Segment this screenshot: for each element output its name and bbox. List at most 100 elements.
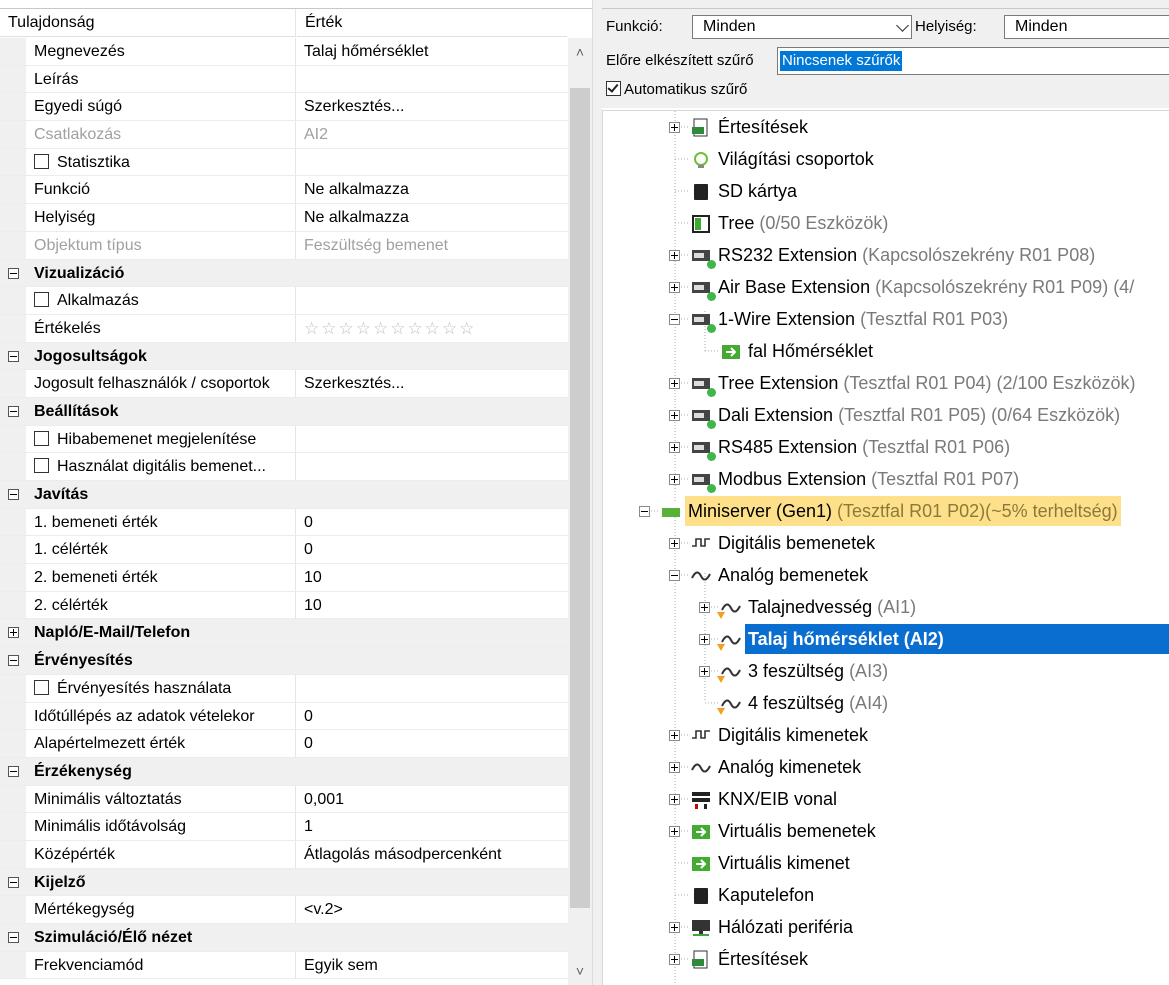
collapse-icon[interactable] (8, 405, 19, 417)
collapse-icon[interactable] (8, 267, 19, 279)
tree-node-label[interactable]: Tree Extension (Tesztfal R01 P04) (2/100… (715, 368, 1139, 398)
column-header-property[interactable]: Tulajdonság (0, 9, 296, 37)
property-row[interactable]: Megnevezés Talaj hőmérséklet (0, 38, 568, 66)
expand-icon[interactable] (669, 442, 680, 453)
tree-node-label[interactable]: Digitális bemenetek (715, 528, 878, 558)
expand-icon[interactable] (669, 922, 680, 933)
tree-node-label[interactable]: 3 feszültség (AI3) (745, 656, 891, 686)
property-row[interactable]: Alapértelmezett érték 0 (0, 730, 568, 758)
property-category[interactable]: Javítás (0, 481, 568, 509)
tree-node-label[interactable]: Virtuális kimenet (715, 848, 853, 878)
tree-node-label[interactable]: Analóg bemenetek (715, 560, 871, 590)
tree-node[interactable]: KNX/EIB vonal (603, 784, 1169, 814)
property-value[interactable]: 0 (297, 509, 568, 536)
tree-node[interactable]: fal Hőmérséklet (603, 336, 1169, 366)
tree-node-label[interactable]: Talaj hőmérséklet (AI2) (745, 624, 1169, 654)
tree-node[interactable]: Értesítések (603, 944, 1169, 974)
property-value[interactable]: AI2 (297, 121, 568, 148)
expand-icon[interactable] (669, 282, 680, 293)
property-value[interactable]: 0 (297, 730, 568, 757)
property-value[interactable]: Szerkesztés... (297, 370, 568, 397)
tree-node-label[interactable]: Talajnedvesség (AI1) (745, 592, 919, 622)
room-select[interactable]: Minden (1004, 15, 1169, 39)
collapse-icon[interactable] (669, 570, 680, 581)
property-row[interactable]: 1. célérték 0 (0, 536, 568, 565)
expand-icon[interactable] (669, 410, 680, 421)
property-category[interactable]: Érzékenység (0, 757, 568, 786)
property-row[interactable]: Hibabemenet megjelenítése (0, 425, 568, 454)
expand-icon[interactable] (669, 762, 680, 773)
tree-node-label[interactable]: Hálózati periféria (715, 912, 856, 942)
tree-node[interactable]: Talaj hőmérséklet (AI2) (603, 624, 1169, 654)
expand-icon[interactable] (669, 122, 680, 133)
property-value[interactable] (297, 287, 568, 314)
expand-icon[interactable] (699, 666, 710, 677)
property-row[interactable]: Mértékegység <v.2> (0, 896, 568, 924)
expand-icon[interactable] (8, 627, 19, 639)
property-value[interactable]: <v.2> (297, 896, 568, 923)
property-value[interactable] (297, 426, 568, 453)
property-category[interactable]: Kijelző (0, 868, 568, 897)
tree-node[interactable]: Dali Extension (Tesztfal R01 P05) (0/64 … (603, 400, 1169, 430)
tree-node[interactable]: RS485 Extension (Tesztfal R01 P06) (603, 432, 1169, 462)
property-row[interactable]: 1. bemeneti érték 0 (0, 508, 568, 537)
rating-stars[interactable]: ☆☆☆☆☆☆☆☆☆☆ (297, 315, 568, 342)
property-row[interactable]: Középérték Átlagolás másodpercenként (0, 840, 568, 869)
collapse-icon[interactable] (639, 506, 650, 517)
tree-node[interactable]: SD kártya (603, 176, 1169, 206)
property-value[interactable]: 0 (297, 703, 568, 730)
tree-node-label[interactable]: Tree (0/50 Eszközök) (715, 208, 891, 238)
property-category[interactable]: Szimuláció/Élő nézet (0, 924, 568, 952)
tree-node-label[interactable]: KNX/EIB vonal (715, 784, 840, 814)
property-category[interactable]: Beállítások (0, 397, 568, 426)
expand-icon[interactable] (669, 954, 680, 965)
property-grid-scrollbar[interactable]: ˄ ˅ (568, 38, 592, 985)
expand-icon[interactable] (669, 730, 680, 741)
property-value[interactable]: Szerkesztés... (297, 93, 568, 120)
panel-splitter[interactable] (592, 0, 602, 985)
property-value[interactable] (297, 66, 568, 93)
property-value[interactable]: Feszültség bemenet (297, 232, 568, 259)
property-value[interactable]: Ne alkalmazza (297, 176, 568, 203)
checkbox[interactable] (34, 292, 49, 308)
tree-node[interactable]: Digitális kimenetek (603, 720, 1169, 750)
property-category[interactable]: Napló/E-Mail/Telefon (0, 619, 568, 648)
checkbox[interactable] (34, 679, 49, 695)
property-value[interactable]: 10 (297, 592, 568, 619)
collapse-icon[interactable] (8, 489, 19, 500)
property-value[interactable]: 10 (297, 564, 568, 591)
tree-node-label[interactable]: Értesítések (715, 112, 811, 142)
tree-node[interactable]: 4 feszültség (AI4) (603, 688, 1169, 718)
property-row[interactable]: Alkalmazás (0, 287, 568, 315)
property-row[interactable]: Leírás (0, 65, 568, 94)
tree-node-label[interactable]: Analóg kimenetek (715, 752, 864, 782)
property-value[interactable] (297, 453, 568, 480)
tree-node[interactable]: 3 feszültség (AI3) (603, 656, 1169, 686)
property-row[interactable]: Érvényesítés használata (0, 674, 568, 703)
collapse-icon[interactable] (8, 932, 19, 943)
tree-node-label[interactable]: Miniserver (Gen1) (Tesztfal R01 P02)(~5%… (685, 496, 1121, 526)
tree-node[interactable]: 1-Wire Extension (Tesztfal R01 P03) (603, 304, 1169, 334)
property-row[interactable]: Értékelés ☆☆☆☆☆☆☆☆☆☆ (0, 314, 568, 343)
collapse-icon[interactable] (8, 876, 19, 888)
expand-icon[interactable] (669, 794, 680, 805)
preset-filter-input[interactable]: Nincsenek szűrők (777, 47, 1169, 75)
property-row[interactable]: 2. célérték 10 (0, 591, 568, 620)
scroll-up-icon[interactable]: ˄ (568, 40, 592, 64)
column-header-value[interactable]: Érték (297, 9, 567, 37)
property-value[interactable] (297, 675, 568, 702)
tree-node[interactable]: Tree (0/50 Eszközök) (603, 208, 1169, 238)
function-select[interactable]: Minden (692, 15, 912, 39)
property-row[interactable]: Statisztika (0, 148, 568, 177)
scrollbar-thumb[interactable] (570, 88, 590, 908)
property-row[interactable]: Minimális változtatás 0,001 (0, 785, 568, 814)
property-value[interactable]: Átlagolás másodpercenként (297, 841, 568, 868)
property-value[interactable]: Talaj hőmérséklet (297, 38, 568, 65)
expand-icon[interactable] (669, 538, 680, 549)
tree-node-label[interactable]: Air Base Extension (Kapcsolószekrény R01… (715, 272, 1137, 302)
tree-node-label[interactable]: 1-Wire Extension (Tesztfal R01 P03) (715, 304, 1011, 334)
tree-node[interactable]: Hálózati periféria (603, 912, 1169, 942)
tree-node[interactable]: RS232 Extension (Kapcsolószekrény R01 P0… (603, 240, 1169, 270)
tree-node[interactable]: Világítási csoportok (603, 144, 1169, 174)
property-value[interactable]: 1 (297, 813, 568, 840)
